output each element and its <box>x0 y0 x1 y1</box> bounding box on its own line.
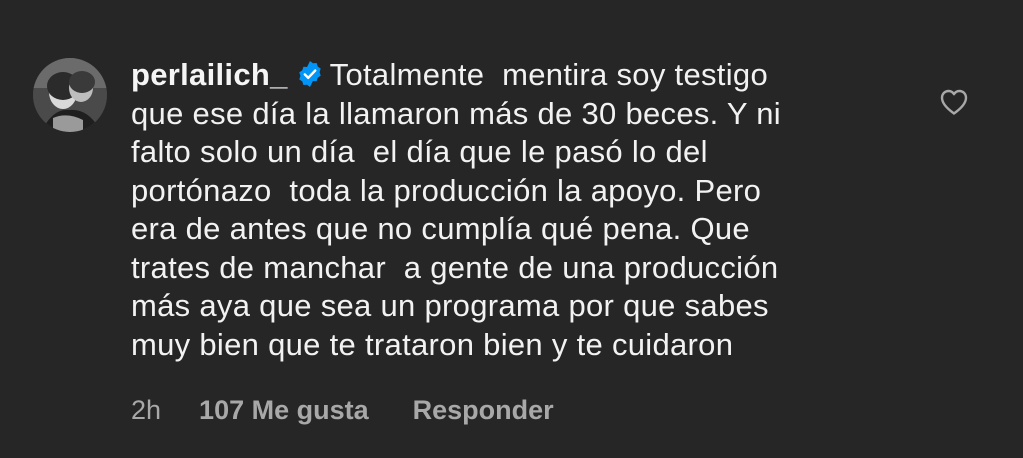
avatar-photo <box>33 58 107 132</box>
comment-text-line: Totalmente mentira soy testigo <box>329 57 768 92</box>
comment-time: 2h <box>131 395 162 425</box>
comment: perlailich_ Totalmente mentira soy testig… <box>0 0 1023 458</box>
likes-count-button[interactable]: 107 Me gusta <box>199 395 369 425</box>
comment-text-line: era de antes que no cumplía qué pena. Qu… <box>131 211 750 246</box>
comment-text-line: que ese día la llamaron más de 30 beces.… <box>131 95 781 131</box>
comment-text-line: portónazo toda la producción la apoyo. P… <box>131 172 762 208</box>
comment-text-line: falto solo un día el día que le pasó lo … <box>131 134 708 169</box>
username[interactable]: perlailich_ <box>131 57 288 92</box>
comment-footer: 2h 107 Me gusta Responder <box>131 392 554 428</box>
comment-line-1: perlailich_ Totalmente mentira soy testig… <box>131 56 891 95</box>
comment-body: perlailich_ Totalmente mentira soy testig… <box>131 56 891 364</box>
comment-text-line: muy bien que te trataron bien y te cuida… <box>131 326 734 362</box>
comment-text-line: trates de manchar a gente de una producc… <box>131 249 779 285</box>
avatar[interactable] <box>33 58 107 132</box>
comment-text-line: más aya que sea un programa por que sabe… <box>131 288 769 323</box>
verified-badge-icon <box>298 61 321 87</box>
reply-button[interactable]: Responder <box>413 395 554 425</box>
heart-outline-icon[interactable] <box>938 86 970 118</box>
